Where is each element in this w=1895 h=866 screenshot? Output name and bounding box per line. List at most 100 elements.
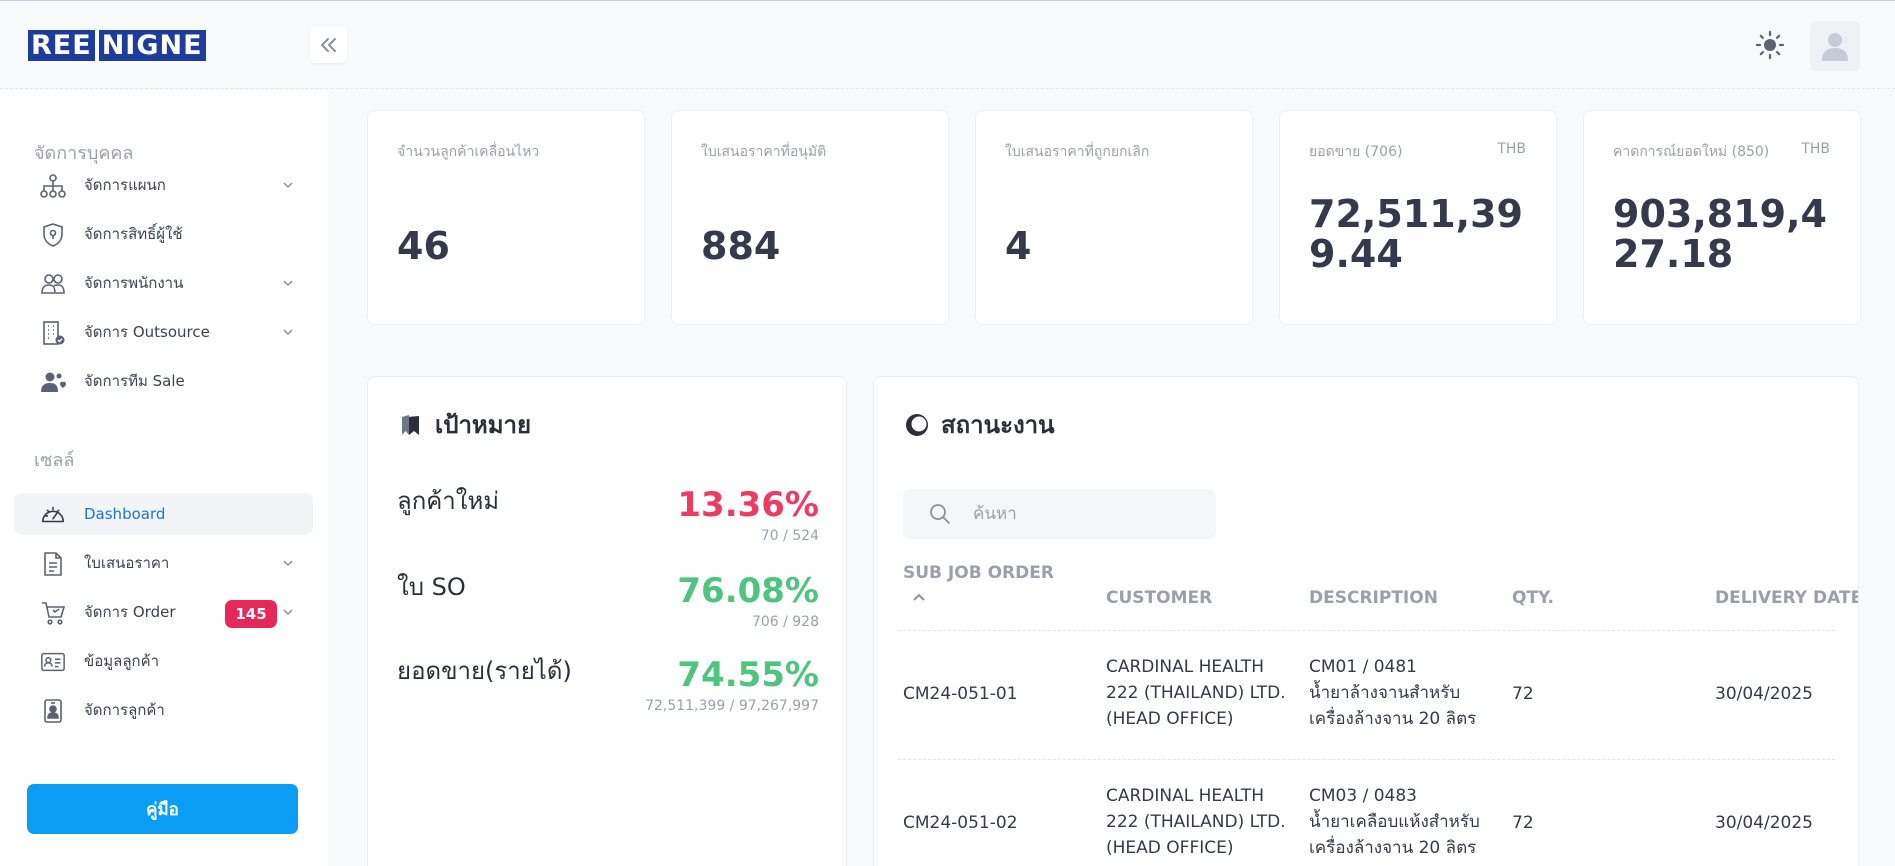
column-header-description[interactable]: DESCRIPTION [1309, 588, 1438, 608]
table-row[interactable]: CM24-051-02 CARDINAL HEALTH 222 (THAILAN… [898, 759, 1835, 866]
stat-unit: THB [1497, 141, 1526, 157]
sidebar-item-customer-info[interactable]: ข้อมูลลูกค้า [14, 640, 313, 682]
sidebar-item-sale-team[interactable]: จัดการทีม Sale [14, 360, 313, 402]
cell-qty: 72 [1512, 684, 1534, 704]
search-box [903, 489, 1216, 539]
stat-label: คาดการณ์ยอดใหม่ (850) [1613, 144, 1770, 160]
stat-label: ใบเสนอราคาที่ถูกยกเลิก [1005, 144, 1150, 160]
sidebar-item-customer-management[interactable]: จัดการลูกค้า [14, 689, 313, 731]
chevron-down-icon [283, 280, 293, 287]
chevron-down-icon [283, 609, 293, 616]
chevron-down-icon [283, 560, 293, 567]
cell-qty: 72 [1512, 813, 1534, 833]
sidebar-item-label: ข้อมูลลูกค้า [84, 652, 160, 670]
sidebar-item-permissions[interactable]: จัดการสิทธิ์ผู้ใช้ [14, 213, 313, 255]
id-card-icon [40, 649, 66, 675]
building-icon [40, 320, 66, 346]
stat-card-active-customers: จำนวนลูกค้าเคลื่อนไหว 46 [367, 110, 645, 325]
team-heart-icon [40, 369, 66, 395]
column-header-delivery-date[interactable]: DELIVERY DATE [1715, 588, 1858, 608]
goal-sub: 72,511,399 / 97,267,997 [645, 698, 819, 714]
sidebar-item-label: จัดการสิทธิ์ผู้ใช้ [84, 225, 183, 243]
goal-sub: 706 / 928 [751, 614, 819, 630]
sidebar-collapse-button[interactable] [310, 26, 347, 63]
dashboard-gauge-icon [40, 502, 66, 528]
contact-badge-icon [40, 698, 66, 724]
goal-card-title: เป้าหมาย [397, 405, 531, 444]
stat-card-forecast: คาดการณ์ยอดใหม่ (850) THB 903,819,427.18 [1583, 110, 1861, 325]
sidebar-item-label: จัดการทีม Sale [84, 372, 185, 390]
cell-delivery: 30/04/2025 [1715, 813, 1813, 833]
order-count-badge: 145 [225, 600, 277, 628]
sidebar-item-label: Dashboard [84, 505, 166, 523]
column-header-sub-job-order[interactable]: SUB JOB ORDER [903, 563, 1054, 601]
sidebar-item-departments[interactable]: จัดการแผนก [14, 164, 313, 206]
user-icon [1822, 33, 1848, 61]
search-input[interactable] [973, 500, 1203, 528]
search-icon [930, 504, 950, 524]
goal-card: เป้าหมาย ลูกค้าใหม่ 13.36% 70 / 524 ใบ S… [367, 376, 847, 866]
cell-customer: CARDINAL HEALTH 222 (THAILAND) LTD. (HEA… [1106, 657, 1286, 729]
org-chart-icon [40, 173, 66, 199]
chevron-down-icon [283, 329, 293, 336]
sidebar-item-label: จัดการ Outsource [84, 323, 210, 341]
goal-percent: 74.55% [677, 655, 819, 695]
chevron-up-icon[interactable] [911, 591, 927, 603]
stat-label: ยอดขาย (706) [1309, 144, 1403, 160]
user-avatar[interactable] [1810, 21, 1860, 71]
status-title-text: สถานะงาน [941, 411, 1055, 439]
stat-card-cancelled-quotations: ใบเสนอราคาที่ถูกยกเลิก 4 [975, 110, 1253, 325]
users-icon [40, 271, 66, 297]
manual-button[interactable]: คู่มือ [27, 784, 298, 834]
theme-toggle-button[interactable] [1754, 29, 1786, 61]
shield-lock-icon [40, 222, 66, 248]
sidebar-item-label: ใบเสนอราคา [84, 554, 170, 572]
goal-sub: 70 / 524 [760, 528, 819, 544]
section-title-sales: เซลล์ [34, 450, 75, 471]
sidebar-item-label: จัดการลูกค้า [84, 701, 165, 719]
sidebar-item-label: จัดการพนักงาน [84, 274, 184, 292]
goal-title-text: เป้าหมาย [435, 411, 532, 439]
goal-label: ใบ SO [397, 573, 466, 601]
sidebar-item-outsource[interactable]: จัดการ Outsource [14, 311, 313, 353]
goal-percent: 13.36% [677, 485, 819, 525]
cell-job: CM24-051-02 [903, 813, 1018, 833]
sidebar-item-quotations[interactable]: ใบเสนอราคา [14, 542, 313, 584]
stat-label: จำนวนลูกค้าเคลื่อนไหว [397, 144, 540, 160]
stat-value: 903,819,427.18 [1613, 192, 1827, 276]
brand-logo[interactable]: REE NIGNE [28, 30, 206, 61]
chevron-down-icon [283, 182, 293, 189]
logo-text-right: NIGNE [98, 30, 206, 61]
stat-value: 4 [1005, 224, 1032, 268]
column-header-customer[interactable]: CUSTOMER [1106, 588, 1212, 608]
cell-description: CM01 / 0481 น้ำยาล้างจานสำหรับ เครื่องล้… [1309, 657, 1477, 729]
stat-label: ใบเสนอราคาที่อนุมัติ [701, 144, 827, 160]
logo-text-left: REE [28, 30, 95, 61]
sun-icon [1755, 30, 1785, 60]
stat-value: 72,511,399.44 [1309, 192, 1523, 276]
stat-card-approved-quotations: ใบเสนอราคาที่อนุมัติ 884 [671, 110, 949, 325]
stat-value: 884 [701, 224, 781, 268]
table-row[interactable]: CM24-051-01 CARDINAL HEALTH 222 (THAILAN… [898, 630, 1835, 759]
cell-description: CM03 / 0483 น้ำยาเคลือบแห้งสำหรับ เครื่อ… [1309, 786, 1480, 858]
sidebar: จัดการบุคคล จัดการแผนก จัดการสิทธิ์ผู้ใช… [0, 90, 328, 866]
sidebar-item-employees[interactable]: จัดการพนักงาน [14, 262, 313, 304]
loading-ring-icon [903, 411, 931, 439]
cart-icon [40, 600, 66, 626]
section-title-people: จัดการบุคคล [34, 143, 134, 164]
goal-label: ลูกค้าใหม่ [397, 487, 500, 515]
cell-customer: CARDINAL HEALTH 222 (THAILAND) LTD. (HEA… [1106, 786, 1286, 858]
column-header-qty[interactable]: QTY. [1512, 588, 1554, 608]
stat-card-sales: ยอดขาย (706) THB 72,511,399.44 [1279, 110, 1557, 325]
double-chevron-left-icon [320, 37, 336, 52]
sidebar-item-dashboard[interactable]: Dashboard [14, 493, 313, 535]
goal-percent: 76.08% [677, 571, 819, 611]
stat-value: 46 [397, 224, 450, 268]
document-icon [40, 551, 66, 577]
top-bar: REE NIGNE [0, 0, 1895, 89]
bookmark-icon [397, 411, 425, 439]
goal-label: ยอดขาย(รายได้) [397, 657, 572, 685]
job-status-card: สถานะงาน SUB JOB ORDER CUSTOMER DESCRIPT… [873, 376, 1859, 866]
sidebar-item-orders[interactable]: จัดการ Order 145 [14, 591, 313, 633]
sidebar-item-label: จัดการแผนก [84, 176, 166, 194]
